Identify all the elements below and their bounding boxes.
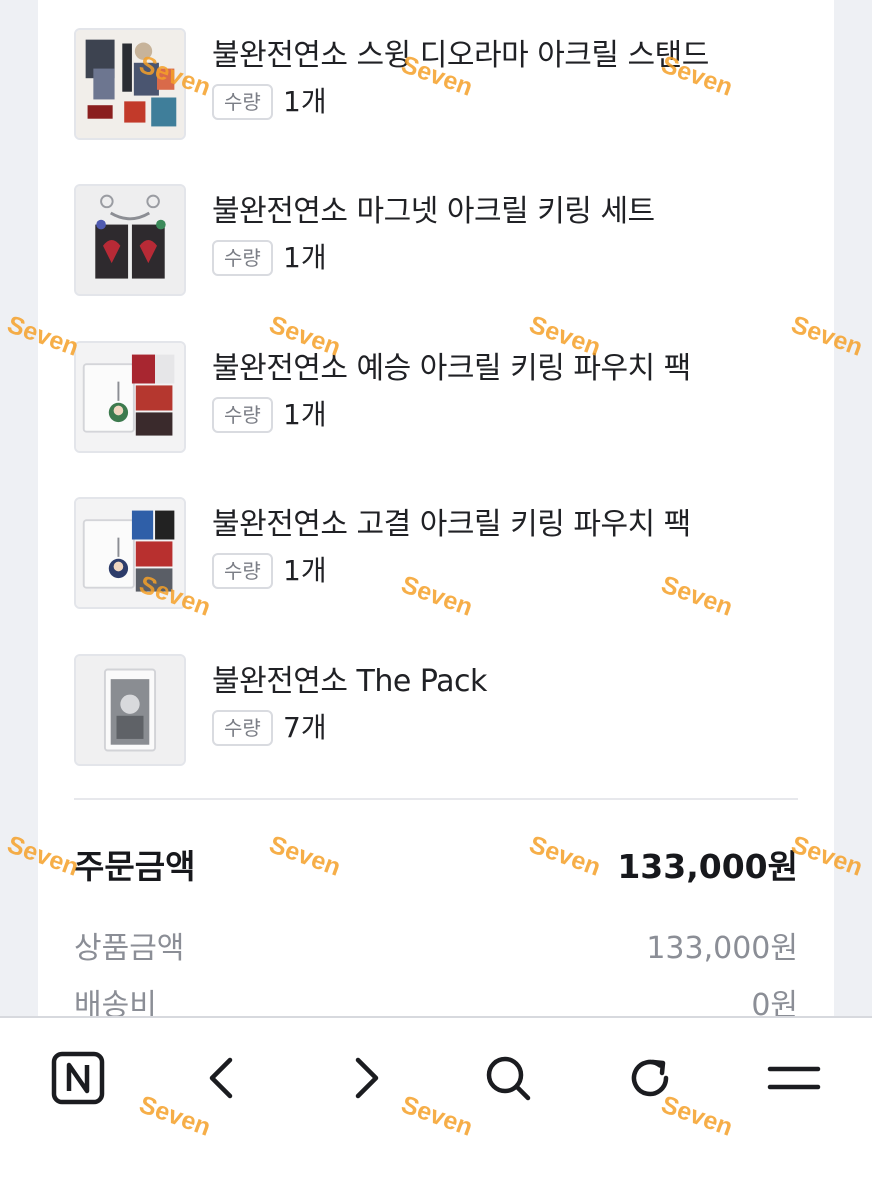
order-total-value: 133,000원 <box>617 847 798 886</box>
magnet-keyring-image <box>76 186 184 294</box>
quantity-label: 수량 <box>212 84 273 120</box>
item-name[interactable]: 불완전연소 예승 아크릴 키링 파우치 팩 <box>212 343 691 387</box>
order-item[interactable]: 불완전연소 스윙 디오라마 아크릴 스탠드 수량 1개 <box>74 28 798 140</box>
quantity-label: 수량 <box>212 397 273 433</box>
refresh-icon[interactable] <box>620 1048 680 1108</box>
quantity-label: 수량 <box>212 240 273 276</box>
pouch-pack-thumbnail[interactable] <box>74 497 186 609</box>
menu-icon[interactable] <box>764 1048 824 1108</box>
acrylic-stand-image <box>76 30 184 138</box>
item-name[interactable]: 불완전연소 고결 아크릴 키링 파우치 팩 <box>212 499 691 543</box>
divider <box>74 798 798 800</box>
the-pack-image <box>76 656 184 764</box>
naver-home-icon[interactable] <box>48 1048 108 1108</box>
pouch-pack-image <box>76 343 184 451</box>
subtotal-label: 상품금액 <box>74 931 185 966</box>
magnet-keyring-thumbnail[interactable] <box>74 184 186 296</box>
quantity-label: 수량 <box>212 710 273 746</box>
quantity-value: 1개 <box>283 241 327 274</box>
quantity-label: 수량 <box>212 553 273 589</box>
item-name[interactable]: 불완전연소 The Pack <box>212 656 487 700</box>
forward-icon[interactable] <box>336 1048 396 1108</box>
item-name[interactable]: 불완전연소 마그넷 아크릴 키링 세트 <box>212 186 655 230</box>
order-item[interactable]: 불완전연소 마그넷 아크릴 키링 세트 수량 1개 <box>74 184 798 296</box>
quantity-value: 7개 <box>283 711 327 744</box>
item-name[interactable]: 불완전연소 스윙 디오라마 아크릴 스탠드 <box>212 30 709 74</box>
subtotal-value: 133,000원 <box>646 931 798 966</box>
order-item[interactable]: 불완전연소 예승 아크릴 키링 파우치 팩 수량 1개 <box>74 341 798 453</box>
the-pack-thumbnail[interactable] <box>74 654 186 766</box>
quantity-value: 1개 <box>283 554 327 587</box>
pouch-pack-thumbnail[interactable] <box>74 341 186 453</box>
quantity-value: 1개 <box>283 398 327 431</box>
acrylic-stand-thumbnail[interactable] <box>74 28 186 140</box>
search-icon[interactable] <box>478 1048 538 1108</box>
browser-toolbar <box>0 1016 872 1200</box>
order-total-label: 주문금액 <box>74 847 196 886</box>
order-item[interactable]: 불완전연소 고결 아크릴 키링 파우치 팩 수량 1개 <box>74 497 798 609</box>
pouch-pack-image <box>76 499 184 607</box>
order-item[interactable]: 불완전연소 The Pack 수량 7개 <box>74 654 798 766</box>
order-sheet: 불완전연소 스윙 디오라마 아크릴 스탠드 수량 1개 불완전연소 마그넷 아크… <box>38 0 834 1023</box>
back-icon[interactable] <box>192 1048 252 1108</box>
quantity-value: 1개 <box>283 85 327 118</box>
